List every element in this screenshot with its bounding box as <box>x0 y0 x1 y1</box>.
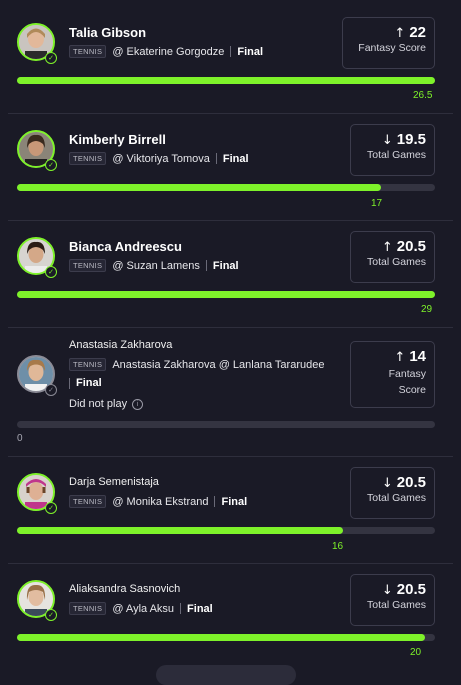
projection-box: ↓ 19.5 Total Games <box>350 124 435 176</box>
arrow-up-icon: ↑ <box>381 240 393 255</box>
arrow-down-icon: ↓ <box>381 583 393 598</box>
player-name: Aliaksandra Sasnovich <box>69 583 181 595</box>
progress-track <box>17 184 435 191</box>
sport-tag: TENNIS <box>69 259 107 272</box>
matchup: @ Suzan Lamens <box>112 259 200 272</box>
result-value: 20 <box>410 647 422 658</box>
arrow-down-icon: ↓ <box>381 476 393 491</box>
stat-type: Total Games <box>367 599 426 611</box>
sport-tag: TENNIS <box>69 358 107 371</box>
result-value: 17 <box>371 198 383 209</box>
progress-fill <box>17 634 425 641</box>
progress-fill <box>17 77 435 84</box>
progress-track <box>17 291 435 298</box>
game-status: Final <box>187 602 213 615</box>
pick-card[interactable]: ✓ Anastasia Zakharova TENNIS Anastasia Z… <box>0 328 461 456</box>
did-not-play-note: Did not play i <box>69 398 144 410</box>
divider <box>69 377 70 389</box>
progress-fill <box>17 184 381 191</box>
divider <box>180 603 182 614</box>
player-name: Darja Semenistaja <box>69 476 159 488</box>
progress-track <box>17 634 435 641</box>
player-name: Kimberly Birrell <box>69 132 166 147</box>
projection-line: 14 <box>409 348 426 365</box>
arrow-down-icon: ↓ <box>381 133 393 148</box>
check-icon: ✓ <box>45 502 57 514</box>
projection-box: ↑ 14 Fantasy Score <box>350 341 435 408</box>
scroll-more-button[interactable] <box>156 665 296 685</box>
game-status: Final <box>237 45 264 58</box>
divider <box>230 46 232 57</box>
progress-track <box>17 421 435 428</box>
game-status: Final <box>221 495 248 508</box>
sport-tag: TENNIS <box>69 45 107 58</box>
pick-card[interactable]: ✓ Aliaksandra Sasnovich TENNIS @ Ayla Ak… <box>0 564 461 664</box>
projection-line: 20.5 <box>396 581 426 598</box>
pick-card[interactable]: ✓ Bianca Andreescu TENNIS @ Suzan Lamens… <box>0 221 461 327</box>
projection-line: 22 <box>409 24 426 41</box>
match-info: TENNIS @ Ekaterine Gorgodze Final <box>69 45 263 58</box>
stat-type-line1: Fantasy <box>388 368 426 380</box>
player-name: Bianca Andreescu <box>69 239 182 254</box>
divider <box>215 153 217 164</box>
divider <box>205 260 207 271</box>
match-status-line: Final <box>69 377 102 389</box>
matchup: @ Ekaterine Gorgodze <box>112 45 225 58</box>
stat-type: Total Games <box>367 256 426 268</box>
result-value: 16 <box>332 541 344 552</box>
projection-box: ↑ 22 Fantasy Score <box>342 17 435 69</box>
match-info: TENNIS @ Ayla Aksu Final <box>69 602 213 615</box>
check-icon: ✓ <box>45 384 57 396</box>
match-info: TENNIS @ Suzan Lamens Final <box>69 259 239 272</box>
sport-tag: TENNIS <box>69 152 107 165</box>
game-status: Final <box>212 259 239 272</box>
matchup: @ Viktoriya Tomova <box>112 152 210 165</box>
arrow-up-icon: ↑ <box>394 350 406 365</box>
projection-line: 19.5 <box>396 131 426 148</box>
result-value: 0 <box>17 433 23 444</box>
projection-box: ↑ 20.5 Total Games <box>350 231 435 283</box>
result-value: 29 <box>421 304 433 315</box>
check-icon: ✓ <box>45 609 57 621</box>
sport-tag: TENNIS <box>69 495 107 508</box>
progress-fill <box>17 291 435 298</box>
player-name: Talia Gibson <box>69 25 147 40</box>
divider <box>214 496 216 507</box>
matchup: Anastasia Zakharova @ Lanlana Tararudee <box>112 358 325 371</box>
pick-card[interactable]: ✓ Talia Gibson TENNIS @ Ekaterine Gorgod… <box>0 0 461 110</box>
stat-type: Total Games <box>367 492 426 504</box>
match-info: TENNIS @ Viktoriya Tomova Final <box>69 152 249 165</box>
check-icon: ✓ <box>45 159 57 171</box>
progress-fill <box>17 527 344 534</box>
pick-card[interactable]: ✓ Darja Semenistaja TENNIS @ Monika Ekst… <box>0 457 461 563</box>
game-status: Final <box>76 377 102 389</box>
arrow-up-icon: ↑ <box>394 26 406 41</box>
stat-type: Total Games <box>367 149 426 161</box>
projection-line: 20.5 <box>396 474 426 491</box>
game-status: Final <box>222 152 249 165</box>
projection-line: 20.5 <box>396 238 426 255</box>
check-icon: ✓ <box>45 266 57 278</box>
matchup: @ Ayla Aksu <box>112 602 175 615</box>
matchup: @ Monika Ekstrand <box>112 495 209 508</box>
match-info: TENNIS @ Monika Ekstrand Final <box>69 495 247 508</box>
projection-box: ↓ 20.5 Total Games <box>350 467 435 519</box>
result-value: 26.5 <box>413 90 433 101</box>
check-icon: ✓ <box>45 52 57 64</box>
pick-card[interactable]: ✓ Kimberly Birrell TENNIS @ Viktoriya To… <box>0 114 461 220</box>
stat-type: Fantasy Score <box>358 42 426 54</box>
info-icon[interactable]: i <box>132 398 144 410</box>
match-info: TENNIS Anastasia Zakharova @ Lanlana Tar… <box>69 358 324 371</box>
player-name: Anastasia Zakharova <box>69 339 173 351</box>
progress-track <box>17 527 435 534</box>
sport-tag: TENNIS <box>69 602 107 615</box>
projection-box: ↓ 20.5 Total Games <box>350 574 435 626</box>
progress-track <box>17 77 435 84</box>
stat-type-line2: Score <box>398 384 426 396</box>
